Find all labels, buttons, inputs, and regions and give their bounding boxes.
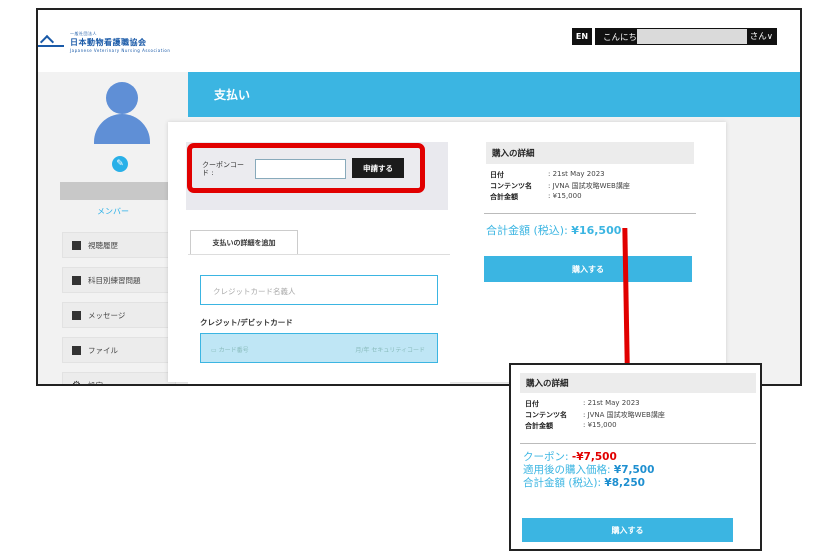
logo-small-text: 一般社団法人 xyxy=(70,31,97,36)
coupon-highlight-box: クーポンコード : 申請する xyxy=(187,143,425,193)
sidebar-item-label: 視聴履歴 xyxy=(88,240,118,250)
notebook-icon xyxy=(72,275,81,285)
logo-mark-icon xyxy=(38,37,64,47)
sidebar-item-label: 科目別練習問題 xyxy=(88,275,141,285)
cardholder-name-input[interactable]: クレジットカード名義人 xyxy=(200,275,438,305)
purchase-button[interactable]: 購入する xyxy=(484,256,692,282)
edit-profile-icon[interactable]: ✎ xyxy=(112,156,128,172)
logo-name: 日本動物看護職協会 xyxy=(70,38,147,47)
file-icon xyxy=(72,345,81,355)
detail-row: 日付: 21st May 2023 xyxy=(525,399,640,408)
purchase-details-table: 日付: 21st May 2023 コンテンツ名: JVNA 国試攻略WEB講座… xyxy=(525,399,665,432)
purchase-details-title: 購入の詳細 xyxy=(486,142,694,164)
side-menu: 視聴履歴 科目別練習問題 メッセージ ファイル ⚙ 設定 xyxy=(62,232,176,386)
sidebar-item-label: ファイル xyxy=(88,345,118,355)
user-menu-button[interactable]: こんにち さん∨ xyxy=(595,28,777,45)
detail-row: コンテンツ名: JVNA 国試攻略WEB講座 xyxy=(490,182,630,190)
purchase-details-table: 日付: 21st May 2023 コンテンツ名: JVNA 国試攻略WEB講座… xyxy=(490,170,630,203)
sidebar-item-settings[interactable]: ⚙ 設定 xyxy=(62,372,176,386)
sidebar: ✎ メンバー 視聴履歴 科目別練習問題 メッセージ ファイル ⚙ 設定 xyxy=(38,72,186,386)
card-expiry-cvc-placeholder: 月/年 セキュリティコード xyxy=(355,347,425,354)
price-summary: クーポン: -¥7,500 適用後の購入価格: ¥7,500 合計金額 (税込)… xyxy=(523,451,654,490)
coupon-code-input[interactable] xyxy=(255,159,346,179)
detail-row: 合計金額: ¥15,000 xyxy=(490,192,582,201)
coupon-applied-preview: 購入の詳細 日付: 21st May 2023 コンテンツ名: JVNA 国試攻… xyxy=(509,363,762,551)
sidebar-item-label: メッセージ xyxy=(88,310,126,320)
coupon-discount: クーポン: -¥7,500 xyxy=(523,451,617,463)
sidebar-item-files[interactable]: ファイル xyxy=(62,337,176,363)
redacted-member-name xyxy=(60,182,168,200)
coupon-label: クーポンコード : xyxy=(202,161,244,177)
chevron-down-icon: ∨ xyxy=(766,32,773,42)
sidebar-item-label: 設定 xyxy=(87,380,103,386)
book-icon xyxy=(72,240,81,250)
sidebar-item-history[interactable]: 視聴履歴 xyxy=(62,232,176,258)
avatar-body-icon xyxy=(94,114,150,144)
detail-row: 日付: 21st May 2023 xyxy=(490,170,605,179)
detail-row: 合計金額: ¥15,000 xyxy=(525,421,617,430)
site-logo[interactable]: 一般社団法人 日本動物看護職協会 Japanese Veterinary Nur… xyxy=(38,31,171,53)
greeting-suffix: さん xyxy=(749,32,767,42)
apply-coupon-button[interactable]: 申請する xyxy=(352,158,404,178)
price-after-coupon: 適用後の購入価格: ¥7,500 xyxy=(523,464,655,476)
gear-icon: ⚙ xyxy=(72,379,81,386)
divider xyxy=(520,443,756,444)
top-bar: 一般社団法人 日本動物看護職協会 Japanese Veterinary Nur… xyxy=(38,10,800,72)
tab-payment-details[interactable]: 支払いの詳細を追加 xyxy=(190,230,298,254)
language-button[interactable]: EN xyxy=(572,28,592,45)
member-role: メンバー xyxy=(97,207,129,216)
greeting-text: こんにち xyxy=(603,32,638,43)
total-amount: 合計金額 (税込): ¥16,500 xyxy=(486,224,622,237)
message-icon xyxy=(72,310,81,320)
card-label: クレジット/デビットカード xyxy=(200,318,293,327)
purchase-button[interactable]: 購入する xyxy=(522,518,733,542)
card-number-input[interactable]: ▭ カード番号 月/年 セキュリティコード xyxy=(200,333,438,363)
logo-sub-text: Japanese Veterinary Nursing Association xyxy=(70,48,171,53)
sidebar-item-messages[interactable]: メッセージ xyxy=(62,302,176,328)
avatar-head-icon xyxy=(106,82,138,114)
total-amount: 合計金額 (税込): ¥8,250 xyxy=(523,477,645,489)
sidebar-item-practice[interactable]: 科目別練習問題 xyxy=(62,267,176,293)
card-icon: ▭ xyxy=(211,347,217,354)
redacted-username xyxy=(637,29,747,44)
page-title: 支払い xyxy=(188,72,800,117)
divider xyxy=(484,213,696,214)
purchase-details-title: 購入の詳細 xyxy=(520,373,756,393)
detail-row: コンテンツ名: JVNA 国試攻略WEB講座 xyxy=(525,411,665,419)
avatar xyxy=(94,82,150,146)
payment-form: クレジットカード名義人 クレジット/デビットカード ▭ カード番号 月/年 セキ… xyxy=(188,254,450,384)
